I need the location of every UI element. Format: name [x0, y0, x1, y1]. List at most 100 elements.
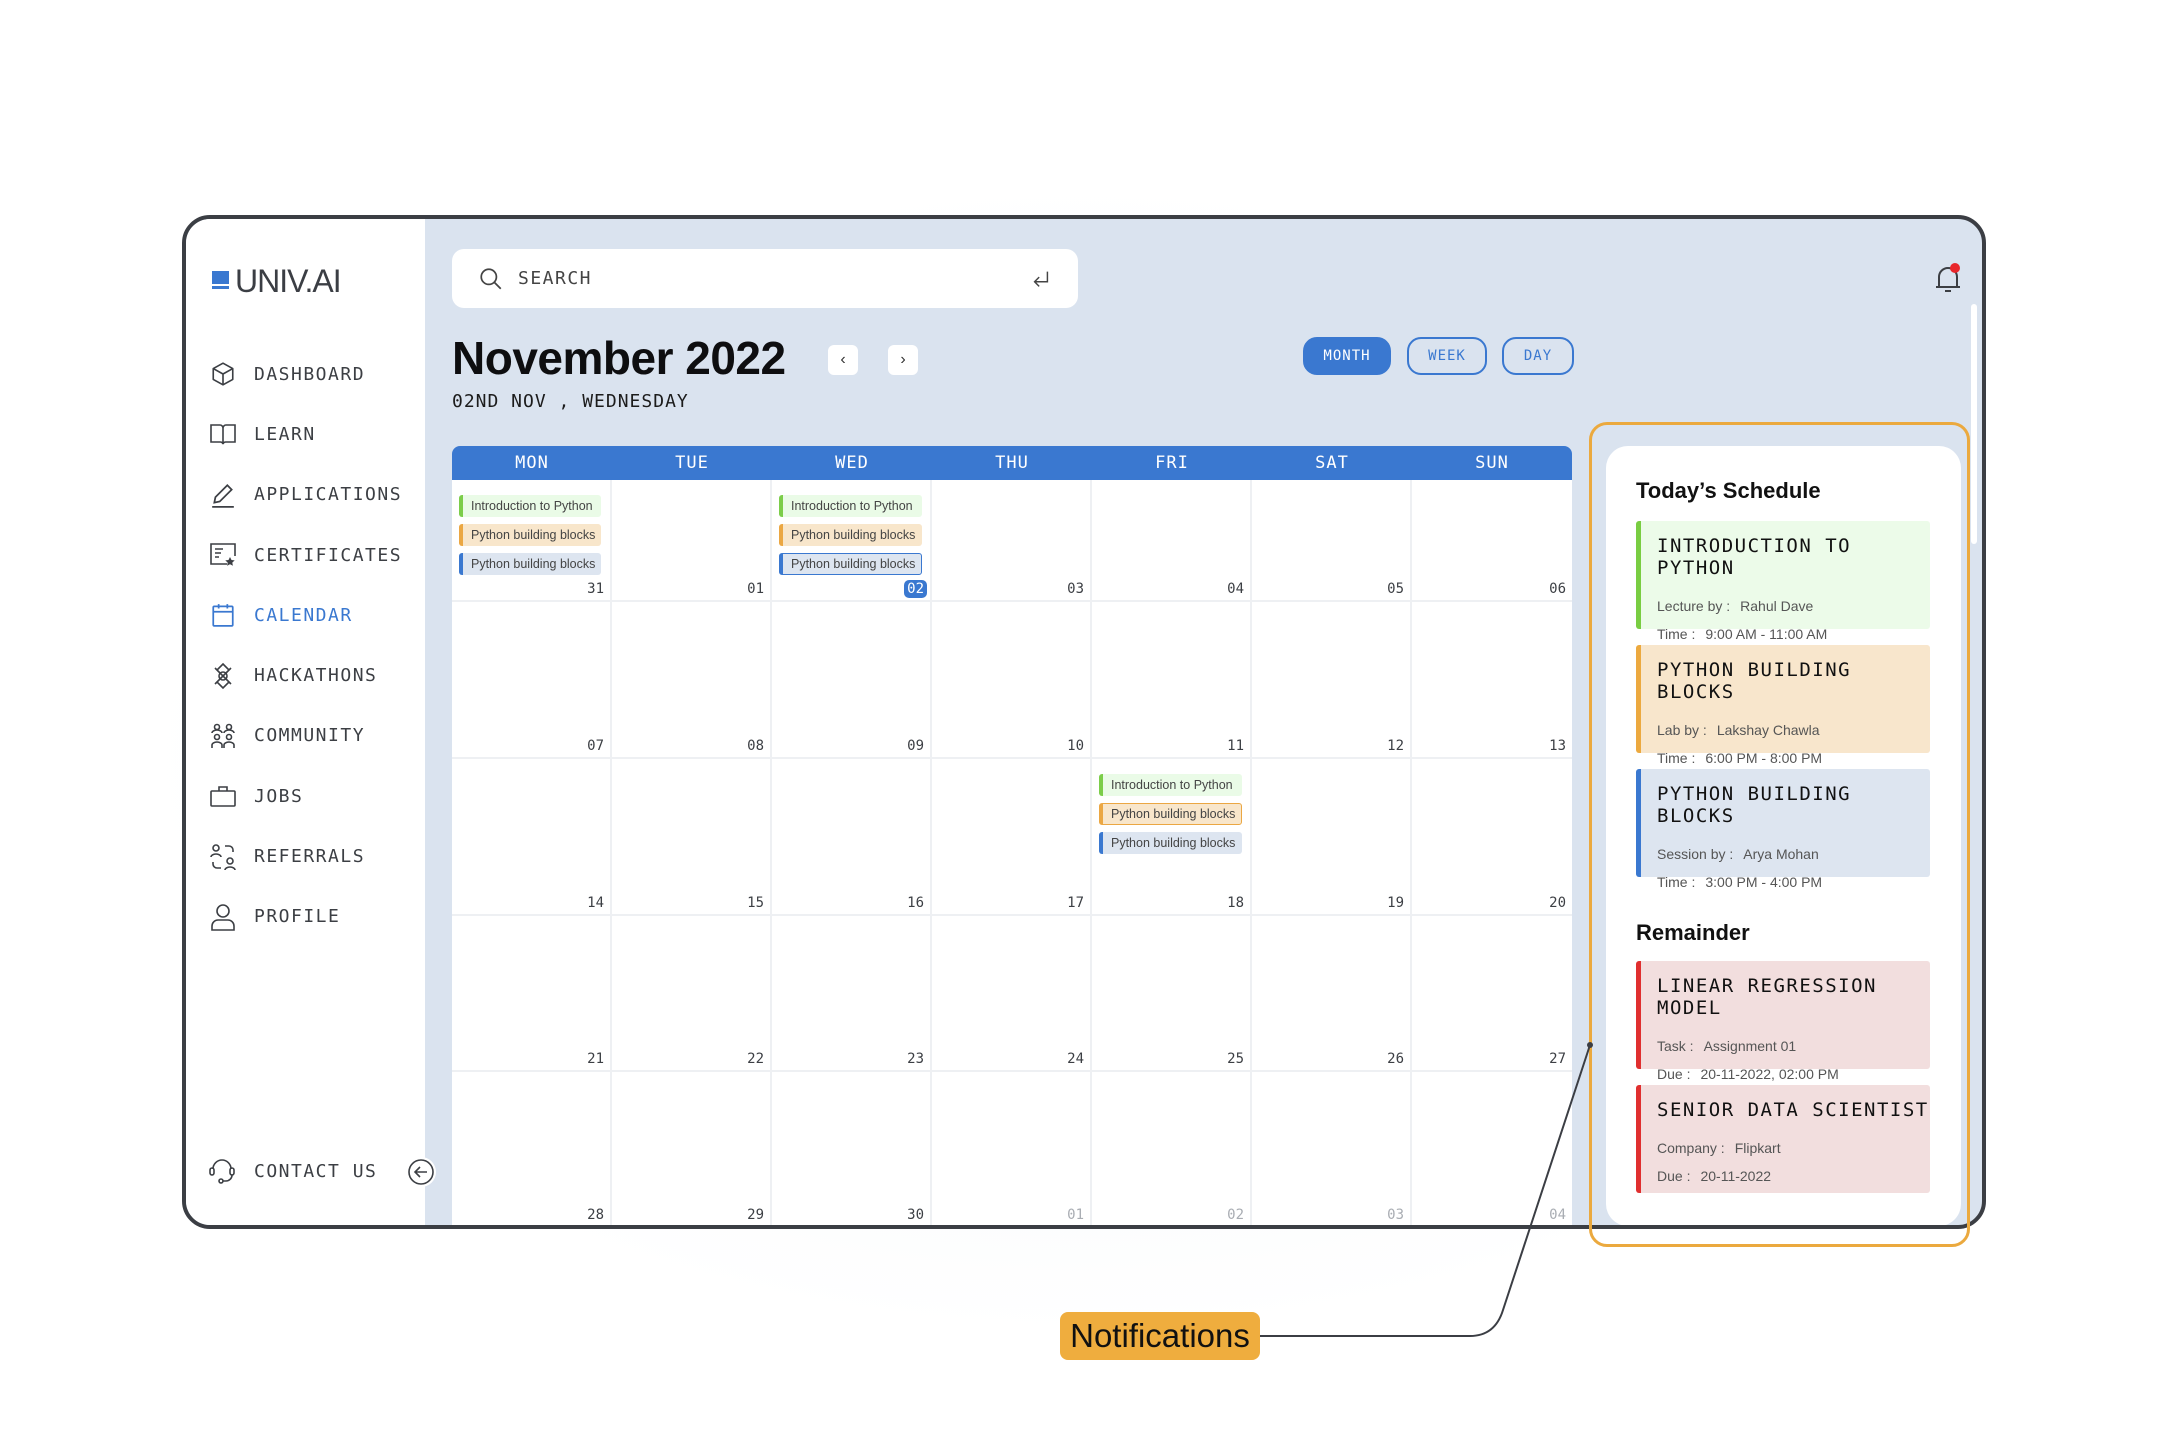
date-number: 24 — [1067, 1051, 1084, 1067]
day-cell[interactable]: 25 — [1092, 916, 1252, 1072]
day-cell[interactable]: 07 — [452, 602, 612, 759]
card-title: SENIOR DATA SCIENTIST — [1657, 1099, 1929, 1121]
detail-key: Due : — [1657, 1168, 1691, 1184]
date-number: 03 — [1387, 1207, 1404, 1223]
date-number: 27 — [1549, 1051, 1566, 1067]
hackathon-icon — [208, 661, 238, 691]
reminder-card[interactable]: LINEAR REGRESSION MODEL Task : Assignment … — [1636, 961, 1930, 1082]
day-cell[interactable]: Introduction to Python Python building bl… — [1092, 759, 1252, 916]
detail-value: 3:00 PM - 4:00 PM — [1705, 874, 1823, 890]
enter-icon[interactable] — [1030, 268, 1052, 290]
calendar-event[interactable]: Introduction to Python — [779, 495, 923, 517]
day-cell[interactable]: 08 — [612, 602, 772, 759]
day-cell[interactable]: 17 — [932, 759, 1092, 916]
day-cell[interactable]: 23 — [772, 916, 932, 1072]
day-cell[interactable]: 13 — [1412, 602, 1572, 759]
day-cell[interactable]: 05 — [1252, 480, 1412, 602]
date-number: 31 — [587, 581, 604, 597]
day-events: Introduction to Python Python building bl… — [779, 495, 923, 575]
day-cell[interactable]: 27 — [1412, 916, 1572, 1072]
view-day-button[interactable]: DAY — [1502, 337, 1574, 375]
day-cell[interactable]: 29 — [612, 1072, 772, 1225]
calendar-event[interactable]: Introduction to Python — [459, 495, 602, 517]
card-detail-row: Company : Flipkart — [1657, 1134, 1930, 1162]
todays-schedule-heading: Today’s Schedule — [1636, 478, 1821, 503]
day-cell[interactable]: Introduction to Python Python building bl… — [452, 480, 612, 602]
date-number: 22 — [747, 1051, 764, 1067]
day-events: Introduction to Python Python building bl… — [1099, 774, 1243, 854]
sidebar-item-label: APPLICATIONS — [254, 484, 403, 506]
collapse-sidebar-button[interactable] — [406, 1157, 436, 1187]
calendar-event[interactable]: Python building blocks — [1099, 832, 1243, 854]
day-cell[interactable]: 09 — [772, 602, 932, 759]
day-cell[interactable]: 02 — [1092, 1072, 1252, 1225]
sidebar-item-referrals[interactable]: REFERRALS — [208, 826, 402, 886]
sidebar-item-calendar[interactable]: CALENDAR — [208, 585, 402, 645]
day-cell[interactable]: 06 — [1412, 480, 1572, 602]
next-month-button[interactable]: › — [888, 345, 918, 375]
day-cell[interactable]: 22 — [612, 916, 772, 1072]
sidebar-item-label: HACKATHONS — [254, 665, 378, 687]
calendar-event[interactable]: Python building blocks — [1099, 803, 1243, 825]
day-cell[interactable]: 28 — [452, 1072, 612, 1225]
day-cell[interactable]: 16 — [772, 759, 932, 916]
day-cell[interactable]: 11 — [1092, 602, 1252, 759]
referrals-icon — [208, 842, 238, 872]
calendar-event[interactable]: Python building blocks — [779, 553, 923, 575]
schedule-card[interactable]: PYTHON BUILDING BLOCKS Session by : Arya M… — [1636, 769, 1930, 890]
day-cell[interactable]: 21 — [452, 916, 612, 1072]
sidebar-item-profile[interactable]: PROFILE — [208, 887, 402, 947]
search-input[interactable]: SEARCH — [518, 268, 1030, 289]
calendar-event[interactable]: Python building blocks — [459, 553, 602, 575]
sidebar-item-label: COMMUNITY — [254, 725, 366, 747]
reminder-card[interactable]: SENIOR DATA SCIENTIST Company : Flipkart Du… — [1636, 1085, 1930, 1193]
day-cell[interactable]: Introduction to Python Python building bl… — [772, 480, 932, 602]
sidebar-item-certificates[interactable]: CERTIFICATES — [208, 525, 402, 585]
calendar-event[interactable]: Python building blocks — [779, 524, 923, 546]
sidebar-item-hackathons[interactable]: HACKATHONS — [208, 645, 402, 705]
view-month-button[interactable]: MONTH — [1303, 337, 1391, 375]
day-cell[interactable]: 01 — [932, 1072, 1092, 1225]
date-number: 05 — [1387, 581, 1404, 597]
schedule-card[interactable]: INTRODUCTION TO PYTHON Lecture by : Rahul … — [1636, 521, 1930, 642]
user-icon — [208, 902, 238, 932]
day-cell[interactable]: 20 — [1412, 759, 1572, 916]
detail-value: Lakshay Chawla — [1716, 722, 1820, 738]
notifications-panel: Today’s Schedule INTRODUCTION TO PYTHON L… — [1606, 446, 1961, 1225]
day-cell[interactable]: 24 — [932, 916, 1092, 1072]
notifications-button[interactable] — [1933, 263, 1963, 295]
contact-us-link[interactable]: CONTACT US — [208, 1156, 377, 1186]
card-detail-row: Time : 9:00 AM - 11:00 AM — [1657, 620, 1930, 648]
prev-month-button[interactable]: ‹ — [828, 345, 858, 375]
day-cell[interactable]: 03 — [1252, 1072, 1412, 1225]
day-cell[interactable]: 30 — [772, 1072, 932, 1225]
day-cell[interactable]: 12 — [1252, 602, 1412, 759]
sidebar-item-learn[interactable]: LEARN — [208, 404, 402, 464]
day-cell[interactable]: 04 — [1412, 1072, 1572, 1225]
scrollbar[interactable] — [1971, 304, 1977, 544]
day-cell[interactable]: 14 — [452, 759, 612, 916]
sidebar-item-label: CALENDAR — [254, 604, 353, 626]
sidebar-item-applications[interactable]: APPLICATIONS — [208, 465, 402, 525]
logo[interactable]: UNIV.AI — [212, 263, 342, 300]
card-detail-row: Task : Assignment 01 — [1657, 1032, 1930, 1060]
detail-key: Task : — [1657, 1038, 1694, 1054]
calendar-event[interactable]: Introduction to Python — [1099, 774, 1243, 796]
day-cell[interactable]: 04 — [1092, 480, 1252, 602]
briefcase-icon — [208, 781, 238, 811]
weekday-label: TUE — [675, 453, 709, 473]
schedule-card[interactable]: PYTHON BUILDING BLOCKS Lab by : Lakshay Ch… — [1636, 645, 1930, 766]
day-cell[interactable]: 26 — [1252, 916, 1412, 1072]
day-cell[interactable]: 03 — [932, 480, 1092, 602]
sidebar-item-jobs[interactable]: JOBS — [208, 766, 402, 826]
day-cell[interactable]: 15 — [612, 759, 772, 916]
view-week-button[interactable]: WEEK — [1407, 337, 1487, 375]
sidebar-item-community[interactable]: COMMUNITY — [208, 706, 402, 766]
sidebar-item-dashboard[interactable]: DASHBOARD — [208, 344, 402, 404]
day-cell[interactable]: 01 — [612, 480, 772, 602]
search-bar[interactable]: SEARCH — [452, 249, 1078, 308]
card-title: PYTHON BUILDING BLOCKS — [1657, 659, 1852, 703]
day-cell[interactable]: 19 — [1252, 759, 1412, 916]
day-cell[interactable]: 10 — [932, 602, 1092, 759]
calendar-event[interactable]: Python building blocks — [459, 524, 602, 546]
